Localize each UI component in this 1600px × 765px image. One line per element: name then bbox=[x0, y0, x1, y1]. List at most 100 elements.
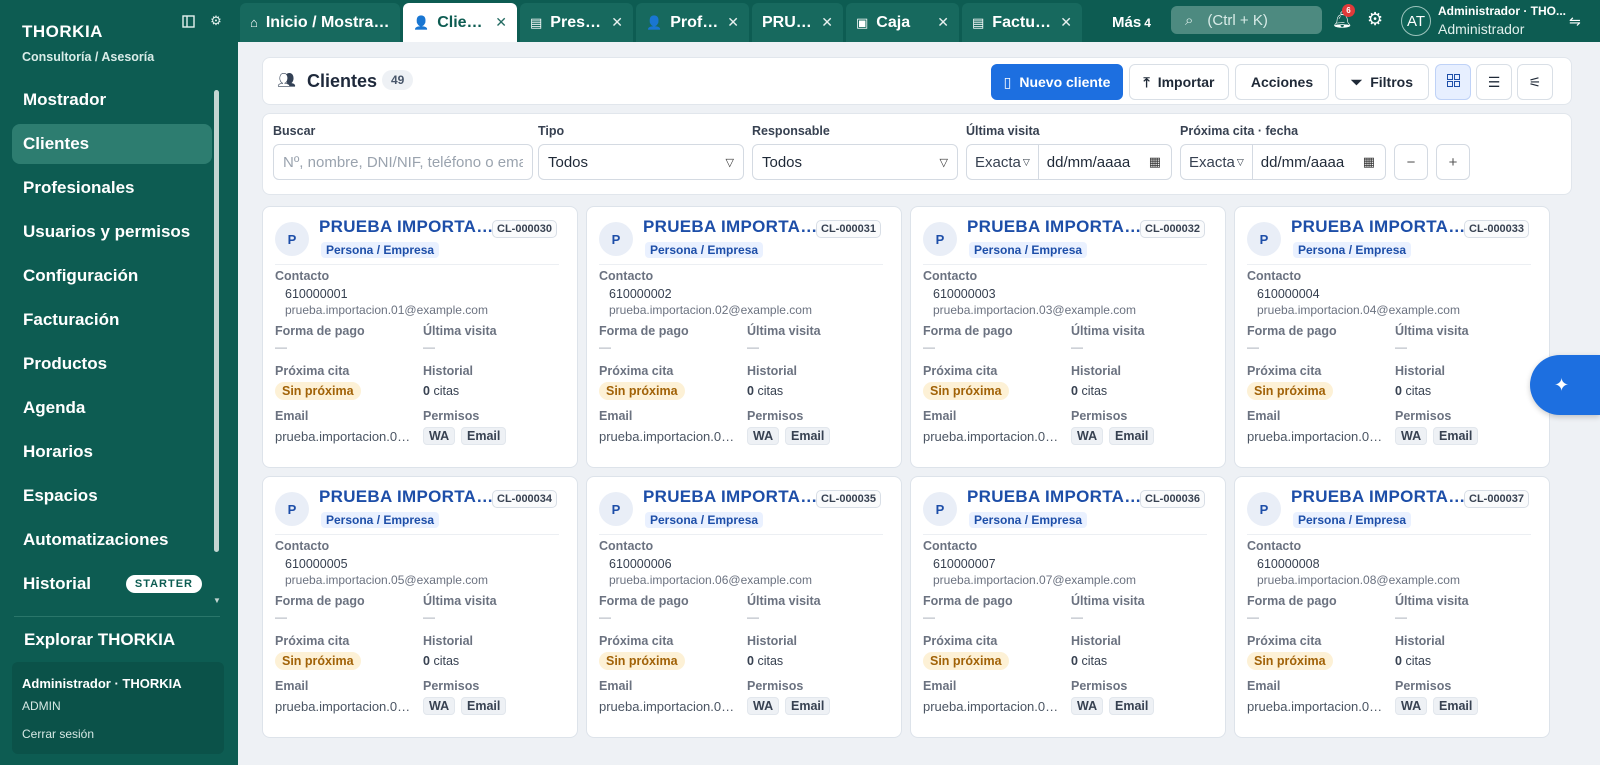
tab-clientes[interactable]: 👤 Clientes ✕ bbox=[403, 3, 517, 42]
client-name[interactable]: PRUEBA IMPORTACION 02 bbox=[643, 217, 819, 237]
avatar[interactable]: AT bbox=[1401, 6, 1431, 36]
sidebar-item-espacios[interactable]: Espacios bbox=[12, 476, 212, 516]
logout-link[interactable]: Cerrar sesión bbox=[22, 727, 214, 741]
scroll-down-icon[interactable]: ▼ bbox=[213, 596, 221, 605]
sidebar-item-label: Horarios bbox=[23, 442, 93, 461]
client-name[interactable]: PRUEBA IMPORTACION 03 bbox=[967, 217, 1143, 237]
filters-button[interactable]: ⏷ Filtros bbox=[1335, 64, 1429, 100]
close-icon[interactable]: ✕ bbox=[1060, 14, 1072, 31]
client-card[interactable]: P PRUEBA IMPORTACION 06 CL-000035 Person… bbox=[586, 476, 902, 738]
settings-icon[interactable]: ⚙ bbox=[208, 13, 224, 29]
client-name[interactable]: PRUEBA IMPORTACION 01 bbox=[319, 217, 495, 237]
client-email: prueba.importacion.06@example.com bbox=[609, 573, 812, 587]
sidebar-item-automatizaciones[interactable]: Automatizaciones bbox=[12, 520, 212, 560]
calendar-icon[interactable]: ▦ bbox=[1363, 154, 1375, 170]
history-count: 0 bbox=[747, 654, 754, 668]
minus-button[interactable]: − bbox=[1394, 144, 1428, 180]
next-appointment-label: Próxima cita bbox=[599, 364, 674, 378]
more-tabs-button[interactable]: Más 4 bbox=[1112, 14, 1151, 31]
tab-prueba[interactable]: PRUEBA ✕ bbox=[752, 3, 843, 42]
next-appointment-badge: Sin próxima bbox=[1247, 652, 1333, 670]
tab-presupuestos[interactable]: ▤ Presupuestos ✕ bbox=[520, 3, 633, 42]
email-permission-tag: Email bbox=[1433, 697, 1479, 715]
sidebar-item-clientes[interactable]: Clientes bbox=[12, 124, 212, 164]
ultima-date-input[interactable]: dd/mm/aaaa ▦ bbox=[1039, 154, 1171, 171]
client-name[interactable]: PRUEBA IMPORTACION 05 bbox=[319, 487, 495, 507]
client-card[interactable]: P PRUEBA IMPORTACION 08 CL-000037 Person… bbox=[1234, 476, 1550, 738]
client-card[interactable]: P PRUEBA IMPORTACION 03 CL-000032 Person… bbox=[910, 206, 1226, 468]
history-count: 0 bbox=[423, 384, 430, 398]
list-view-button[interactable]: ☰ bbox=[1476, 64, 1512, 100]
client-card[interactable]: P PRUEBA IMPORTACION 05 CL-000034 Person… bbox=[262, 476, 578, 738]
close-icon[interactable]: ✕ bbox=[495, 14, 507, 31]
sidebar: THORKIA Consultoría / Asesoría ⚙ Mostrad… bbox=[0, 0, 238, 765]
client-card[interactable]: P PRUEBA IMPORTACION 02 CL-000031 Person… bbox=[586, 206, 902, 468]
close-icon[interactable]: ✕ bbox=[821, 14, 833, 31]
last-visit-label: Última visita bbox=[423, 594, 497, 608]
close-icon[interactable]: ✕ bbox=[611, 14, 623, 31]
client-card[interactable]: P PRUEBA IMPORTACION 01 CL-000030 Person… bbox=[262, 206, 578, 468]
tab-facturas[interactable]: ▤ Facturas ✕ bbox=[962, 3, 1082, 42]
tipo-select[interactable]: Todos ▽ bbox=[538, 144, 744, 180]
client-card[interactable]: P PRUEBA IMPORTACION 04 CL-000033 Person… bbox=[1234, 206, 1550, 468]
sidebar-item-agenda[interactable]: Agenda bbox=[12, 388, 212, 428]
history-label: Historial bbox=[1395, 364, 1446, 378]
sidebar-item-horarios[interactable]: Horarios bbox=[12, 432, 212, 472]
import-button[interactable]: ⤒ Importar bbox=[1129, 64, 1229, 100]
client-name[interactable]: PRUEBA IMPORTACION 04 bbox=[1291, 217, 1467, 237]
ultima-mode-select[interactable]: Exacta ▽ bbox=[967, 145, 1039, 179]
brand-subtitle: Consultoría / Asesoría bbox=[22, 50, 155, 64]
client-name[interactable]: PRUEBA IMPORTACION 07 bbox=[967, 487, 1143, 507]
new-client-button[interactable]: ▯ Nuevo cliente bbox=[991, 64, 1123, 100]
client-name[interactable]: PRUEBA IMPORTACION 06 bbox=[643, 487, 819, 507]
explore-link[interactable]: Explorar THORKIA bbox=[24, 630, 175, 650]
column-settings-button[interactable]: ⚟ bbox=[1517, 64, 1553, 100]
sidebar-item-usuarios[interactable]: Usuarios y permisos bbox=[12, 212, 212, 252]
next-appointment-badge: Sin próxima bbox=[599, 382, 685, 400]
calendar-icon[interactable]: ▦ bbox=[1149, 154, 1161, 170]
client-phone: 610000005 bbox=[285, 557, 348, 571]
client-code-badge: CL-000031 bbox=[816, 220, 882, 238]
client-avatar: P bbox=[275, 222, 309, 256]
responsable-select[interactable]: Todos ▽ bbox=[752, 144, 958, 180]
collapse-sidebar-icon[interactable] bbox=[180, 13, 196, 29]
tab-inicio[interactable]: ⌂ Inicio / Mostrador bbox=[240, 3, 400, 42]
sidebar-item-facturacion[interactable]: Facturación bbox=[12, 300, 212, 340]
sliders-icon[interactable]: ⇋ bbox=[1569, 13, 1581, 30]
gear-icon[interactable]: ⚙ bbox=[1367, 9, 1383, 30]
tab-caja[interactable]: ▣ Caja ✕ bbox=[846, 3, 959, 42]
sidebar-item-mostrador[interactable]: Mostrador bbox=[12, 80, 212, 120]
notifications-button[interactable]: 🔔︎ 6 bbox=[1332, 4, 1355, 30]
proxima-date-input[interactable]: dd/mm/aaaa ▦ bbox=[1253, 154, 1385, 171]
close-icon[interactable]: ✕ bbox=[727, 14, 739, 31]
close-icon[interactable]: ✕ bbox=[937, 14, 949, 31]
sidebar-item-productos[interactable]: Productos bbox=[12, 344, 212, 384]
sidebar-item-configuracion[interactable]: Configuración bbox=[12, 256, 212, 296]
grid-icon bbox=[1446, 74, 1460, 90]
sidebar-item-profesionales[interactable]: Profesionales bbox=[12, 168, 212, 208]
email-label: Email bbox=[1247, 679, 1281, 693]
tab-profesionales[interactable]: 👤 Profesionales ✕ bbox=[636, 3, 749, 42]
sidebar-scrollbar[interactable] bbox=[214, 90, 219, 552]
client-name[interactable]: PRUEBA IMPORTACION 08 bbox=[1291, 487, 1467, 507]
last-visit-label: Última visita bbox=[1395, 324, 1469, 338]
date-placeholder: dd/mm/aaaa bbox=[1260, 153, 1345, 171]
users-icon: 👥︎ bbox=[277, 72, 297, 89]
search-input[interactable]: Nº, nombre, DNI/NIF, teléfono o email bbox=[273, 144, 533, 180]
proxima-mode-select[interactable]: Exacta ▽ bbox=[1181, 145, 1253, 179]
actions-button[interactable]: Acciones bbox=[1235, 64, 1329, 100]
tab-bar: ⌂ Inicio / Mostrador 👤 Clientes ✕ ▤ Presupue… bbox=[238, 0, 1600, 42]
account-menu[interactable]: Administrador · THO... Administrador bbox=[1438, 4, 1566, 37]
email-permission-tag: Email bbox=[785, 697, 831, 715]
grid-view-button[interactable] bbox=[1435, 64, 1471, 100]
payment-label: Forma de pago bbox=[275, 594, 365, 608]
plus-button[interactable]: + bbox=[1436, 144, 1470, 180]
global-search[interactable]: ⌕ (Ctrl + K) bbox=[1171, 6, 1322, 34]
client-card[interactable]: P PRUEBA IMPORTACION 07 CL-000036 Person… bbox=[910, 476, 1226, 738]
proxima-cita-filter: Exacta ▽ dd/mm/aaaa ▦ bbox=[1180, 144, 1386, 180]
sidebar-item-historial[interactable]: Historial STARTER bbox=[12, 564, 212, 604]
assistant-button[interactable]: ✦ bbox=[1530, 355, 1600, 415]
client-code-badge: CL-000037 bbox=[1464, 490, 1530, 508]
contact-label: Contacto bbox=[275, 269, 330, 283]
whatsapp-permission-tag: WA bbox=[1071, 697, 1104, 715]
